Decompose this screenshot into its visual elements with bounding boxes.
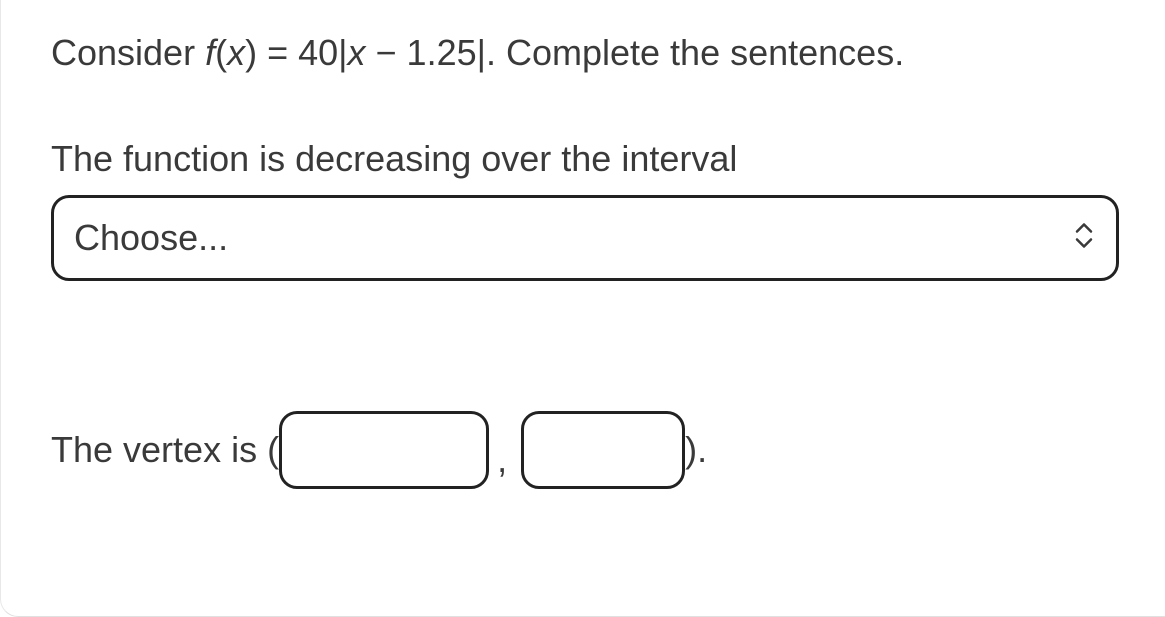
interval-select[interactable]: Choose... — [51, 195, 1119, 281]
interval-label: The function is decreasing over the inte… — [51, 134, 1115, 184]
vertex-row: The vertex is ( , ). — [51, 411, 1115, 489]
vertex-suffix: ). — [685, 429, 707, 471]
var-x: x — [348, 32, 366, 73]
function-f: f — [205, 32, 215, 73]
interval-select-wrapper: Choose... — [51, 195, 1119, 281]
select-placeholder: Choose... — [74, 217, 228, 259]
equals-part: = 40| — [257, 32, 347, 73]
paren-open: ( — [215, 32, 227, 73]
function-x: x — [227, 32, 245, 73]
paren-close: ) — [245, 32, 257, 73]
vertex-comma: , — [497, 439, 507, 489]
vertex-prefix: The vertex is ( — [51, 429, 279, 471]
question-container: Consider f(x) = 40|x − 1.25|. Complete t… — [0, 0, 1165, 617]
problem-statement: Consider f(x) = 40|x − 1.25|. Complete t… — [51, 28, 1115, 78]
vertex-x-input[interactable] — [279, 411, 489, 489]
text-consider: Consider — [51, 32, 205, 73]
rest-text: − 1.25|. Complete the sentences. — [366, 32, 905, 73]
vertex-y-input[interactable] — [521, 411, 685, 489]
